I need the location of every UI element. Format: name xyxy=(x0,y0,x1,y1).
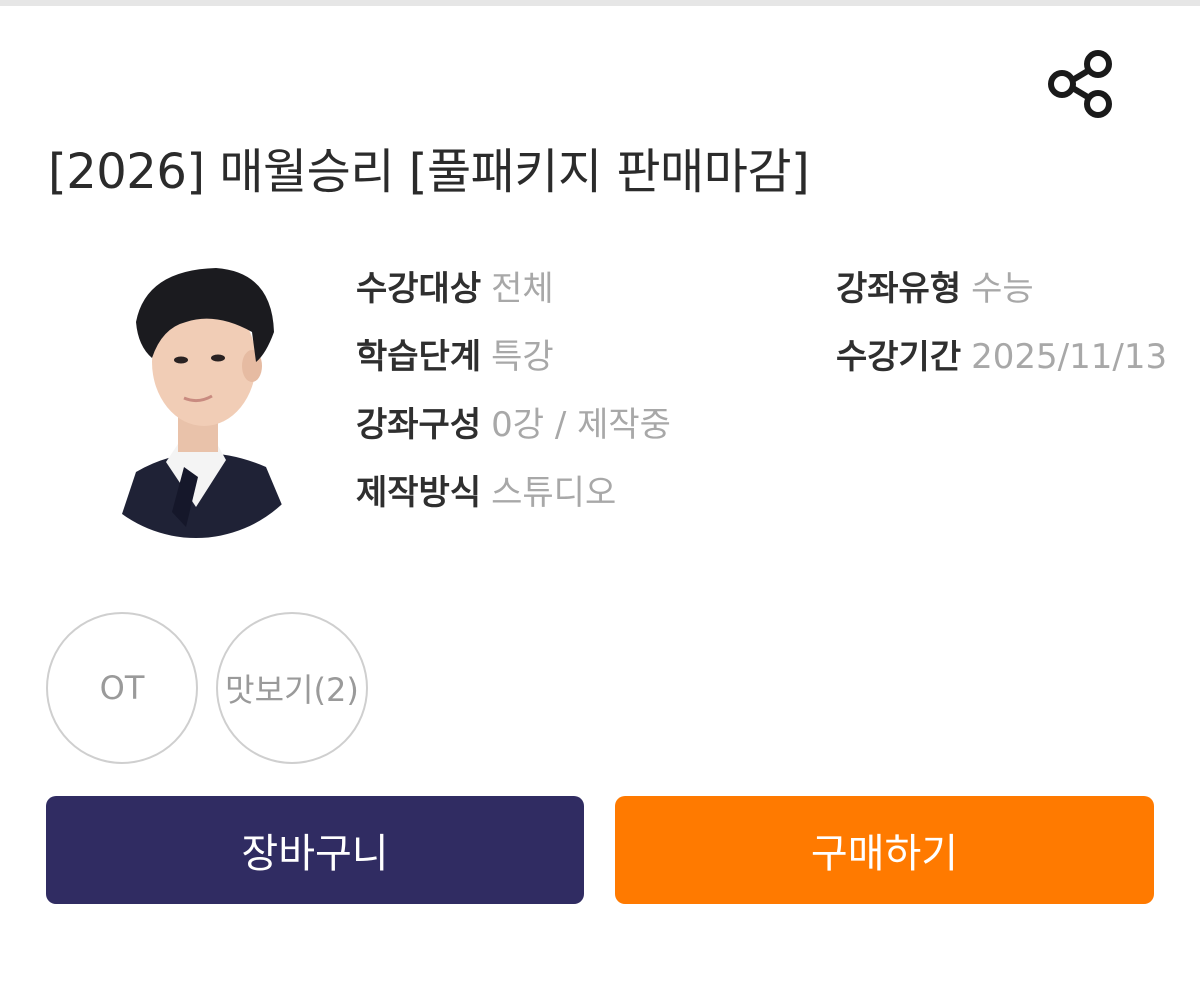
course-title: [2026] 매월승리 [풀패키지 판매마감] xyxy=(48,144,810,200)
ot-button[interactable]: OT xyxy=(46,612,198,764)
top-divider xyxy=(0,0,1200,6)
cart-button[interactable]: 장바구니 xyxy=(46,796,584,904)
info-level-value: 특강 xyxy=(491,337,554,377)
info-composition-label: 강좌구성 xyxy=(356,405,482,445)
info-target-label: 수강대상 xyxy=(356,269,482,309)
sample-lecture-button[interactable]: 맛보기(2) xyxy=(216,612,368,764)
instructor-photo xyxy=(66,262,326,542)
info-period-label: 수강기간 xyxy=(836,340,962,374)
share-button[interactable] xyxy=(1044,48,1116,120)
info-type: 강좌유형 수능 xyxy=(836,272,1034,306)
info-period: 수강기간 2025/11/13 xyxy=(836,340,1200,374)
share-icon xyxy=(1048,50,1112,118)
info-production: 제작방식 스튜디오 xyxy=(356,476,616,510)
info-type-label: 강좌유형 xyxy=(836,269,962,309)
info-target: 수강대상 전체 xyxy=(356,272,554,306)
info-level-label: 학습단계 xyxy=(356,337,482,377)
info-production-label: 제작방식 xyxy=(356,473,482,513)
info-level: 학습단계 특강 xyxy=(356,340,554,374)
info-type-value: 수능 xyxy=(971,269,1034,309)
info-composition: 강좌구성 0강 / 제작중 xyxy=(356,408,671,442)
info-production-value: 스튜디오 xyxy=(491,473,617,513)
buy-button[interactable]: 구매하기 xyxy=(615,796,1154,904)
info-composition-value: 0강 / 제작중 xyxy=(491,405,671,445)
info-target-value: 전체 xyxy=(491,269,554,309)
info-period-value: 2025/11/13 xyxy=(971,340,1168,374)
